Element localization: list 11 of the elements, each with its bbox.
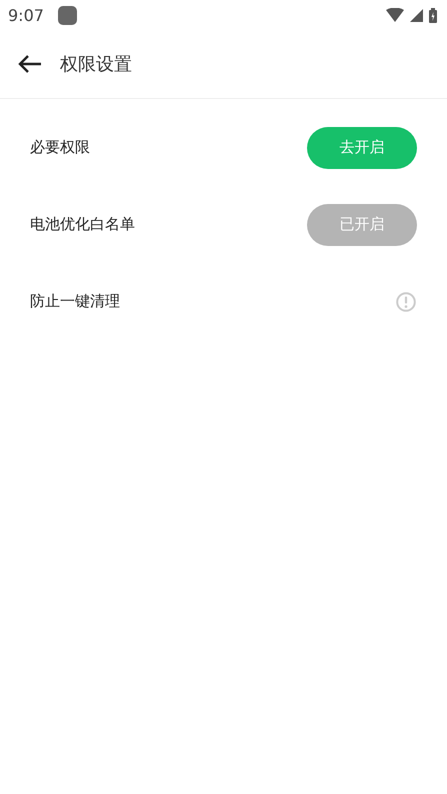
signal-icon [410, 8, 423, 22]
app-notification-icon [58, 6, 77, 24]
battery-icon [429, 8, 437, 22]
setting-label: 电池优化白名单 [30, 215, 135, 234]
setting-label: 必要权限 [30, 138, 90, 157]
enable-button[interactable]: 去开启 [307, 126, 417, 168]
setting-label: 防止一键清理 [30, 292, 120, 311]
status-time: 9:07 [8, 6, 44, 24]
wifi-icon [386, 8, 404, 22]
page-title: 权限设置 [60, 53, 132, 76]
back-arrow-icon[interactable] [17, 54, 43, 74]
